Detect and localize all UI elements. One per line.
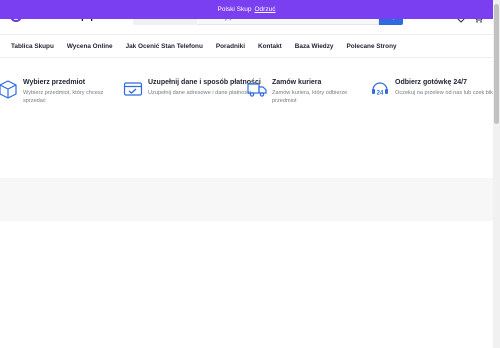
svg-text:24: 24	[377, 91, 384, 97]
step-get-cash: 24 Odbierz gotówkę 24/7 Oczekuj na przel…	[370, 78, 493, 99]
step-desc: Zamów kuriera, który odbierze przedmiot	[272, 90, 348, 104]
step-desc: Uzupełnij dane adresowe i dane płatności	[148, 90, 252, 96]
nav-item-baza-wiedzy[interactable]: Baza Wiedzy	[295, 43, 334, 50]
box-icon	[0, 80, 17, 99]
content-band	[0, 178, 493, 221]
step-title: Wybierz przedmiot	[23, 79, 86, 86]
step-choose-item: Wybierz przedmiot Wybierz przedmiot, któ…	[0, 78, 116, 105]
step-title: Uzupełnij dane i sposób płatności	[148, 79, 261, 86]
nav-item-wycena-online[interactable]: Wycena Online	[67, 43, 113, 50]
nav-item-poradniki[interactable]: Poradniki	[216, 43, 245, 50]
banner-text: Polski Skup	[217, 6, 252, 13]
steps-row: Wybierz przedmiot Wybierz przedmiot, któ…	[0, 78, 493, 118]
truck-icon	[247, 83, 267, 97]
step-title: Zamów kuriera	[272, 79, 322, 86]
promo-banner: Polski Skup Odrzuć	[0, 0, 493, 19]
step-desc: Oczekuj na przelew od nas lub czek bik	[395, 90, 493, 96]
step-order-courier: Zamów kuriera Zamów kuriera, który odbie…	[247, 78, 371, 105]
nav-item-polecane-strony[interactable]: Polecane Strony	[346, 43, 396, 50]
support-24-icon: 24	[372, 82, 388, 97]
step-title: Odbierz gotówkę 24/7	[395, 79, 467, 86]
card-check-icon	[123, 82, 143, 96]
main-nav: Tablica Skupu Wycena Online Jak Ocenić S…	[0, 34, 493, 58]
nav-item-jak-ocenic-stan[interactable]: Jak Ocenić Stan Telefonu	[126, 43, 203, 50]
nav-item-tablica-skupu[interactable]: Tablica Skupu	[11, 43, 54, 50]
step-desc: Wybierz przedmiot, który chcesz sprzedać	[23, 90, 104, 104]
page: PotelnoSkup.pl 0 0 Polski Skup	[0, 0, 500, 348]
nav-item-kontakt[interactable]: Kontakt	[258, 43, 282, 50]
banner-dismiss-link[interactable]: Odrzuć	[255, 6, 276, 13]
scrollbar-thumb[interactable]	[494, 4, 499, 124]
page-scrollbar[interactable]	[493, 0, 500, 348]
step-fill-data: Uzupełnij dane i sposób płatności Uzupeł…	[123, 78, 261, 99]
